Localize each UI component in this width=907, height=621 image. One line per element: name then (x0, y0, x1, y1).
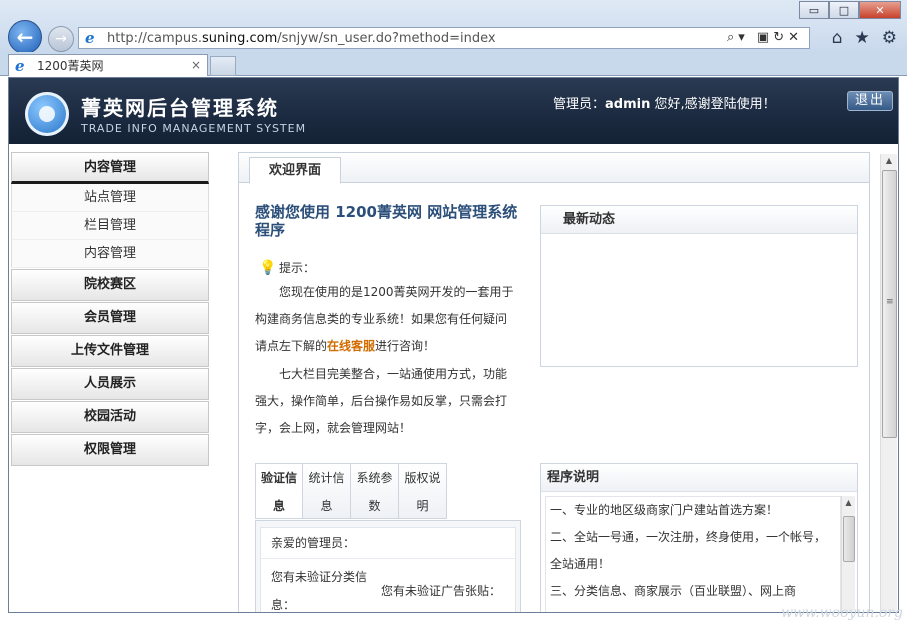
sidebar-item-campus[interactable]: 院校赛区 (11, 269, 209, 301)
sidebar: 内容管理 站点管理 栏目管理 内容管理 院校赛区 会员管理 上传文件管理 人员展… (11, 152, 209, 466)
window-controls: ▭ □ ✕ (799, 1, 901, 19)
tab-title: 1200菁英网 (37, 59, 104, 73)
bulb-icon: 💡 (259, 259, 277, 276)
sidebar-item-activities[interactable]: 校园活动 (11, 401, 209, 433)
gear-icon[interactable]: ⚙ (882, 28, 897, 48)
logo-icon (25, 92, 69, 136)
tab-system-params[interactable]: 系统参数 (351, 463, 399, 519)
sidebar-subitem-content[interactable]: 内容管理 (11, 240, 209, 268)
logout-button[interactable]: 退出 (847, 91, 893, 111)
program-list: 一、专业的地区级商家门户建站首选方案！ 二、全站一号通，一次注册，终身使用，一个… (545, 496, 841, 612)
verify-body: 亲爱的管理员： 您有未验证分类信息： 您有未验证广告张贴： (255, 520, 521, 612)
browser-tabbar: e 1200菁英网 × (0, 52, 907, 76)
browser-toolbar: ⌂ ★ ⚙ (832, 28, 897, 48)
back-button[interactable]: ← (8, 20, 42, 54)
sidebar-item-permissions[interactable]: 权限管理 (11, 434, 209, 466)
sidebar-subitem-site[interactable]: 站点管理 (11, 184, 209, 212)
site-subtitle: TRADE INFO MANAGEMENT SYSTEM (81, 122, 307, 135)
page-scroll-up-icon[interactable]: ▲ (881, 154, 897, 168)
list-item: 三、分类信息、商家展示（百业联盟）、网上商 (550, 584, 797, 598)
tab-copyright[interactable]: 版权说明 (399, 463, 447, 519)
main-tabbar: 欢迎界面 (239, 153, 869, 184)
home-icon[interactable]: ⌂ (832, 28, 843, 48)
sidebar-subitem-column[interactable]: 栏目管理 (11, 212, 209, 240)
unverified-ads: 您有未验证广告张贴： (381, 584, 502, 598)
address-bar[interactable]: e http://campus.suning.com/snjyw/sn_user… (78, 27, 810, 49)
sidebar-item-content[interactable]: 内容管理 (11, 152, 209, 184)
unverified-classified: 您有未验证分类信息： (271, 570, 368, 612)
star-icon[interactable]: ★ (855, 28, 870, 48)
close-window-button[interactable]: ✕ (859, 1, 901, 19)
new-tab-button[interactable] (210, 56, 236, 76)
scroll-up-icon[interactable]: ▲ (842, 496, 855, 510)
watermark: www.wooyun.org (780, 605, 903, 621)
intro-paragraph: 您现在使用的是1200菁英网开发的一套用于构建商务信息类的专业系统！如果您有任何… (255, 285, 514, 353)
sidebar-item-upload[interactable]: 上传文件管理 (11, 335, 209, 367)
page-viewport: 菁英网后台管理系统 TRADE INFO MANAGEMENT SYSTEM 管… (8, 77, 899, 613)
forward-button[interactable]: → (48, 26, 74, 52)
program-scroll-thumb[interactable] (843, 516, 855, 562)
minimize-button[interactable]: ▭ (799, 1, 829, 19)
program-scrollbar[interactable]: ▲ (841, 496, 855, 612)
admin-greeting: 管理员：admin 您好,感谢登陆使用！ (553, 97, 776, 112)
tip-row: 💡 提示： (259, 259, 315, 276)
list-item: 一、专业的地区级商家门户建站首选方案！ (550, 503, 779, 517)
program-box: 程序说明 一、专业的地区级商家门户建站首选方案！ 二、全站一号通，一次注册，终身… (540, 463, 858, 612)
verify-tabs: 验证信息 统计信息 系统参数 版权说明 (255, 463, 523, 519)
address-url[interactable]: http://campus.suning.com/snjyw/sn_user.d… (107, 31, 496, 46)
list-item: 二、全站一号通，一次注册，终身使用，一个帐号，全站通用！ (550, 530, 827, 571)
tip-label: 提示： (279, 261, 316, 275)
main-panel: 欢迎界面 感谢您使用 1200菁英网 网站管理系统程序 💡 提示： 您现在使用的… (238, 152, 870, 612)
maximize-button[interactable]: □ (829, 1, 859, 19)
page-scroll-thumb[interactable]: ≡ (882, 170, 897, 438)
address-tools[interactable]: ⌕▾ ▣↻✕ (727, 30, 803, 45)
tab-close-icon[interactable]: × (191, 58, 201, 72)
site-title: 菁英网后台管理系统 (81, 96, 279, 120)
browser-chrome: ▭ □ ✕ ← → e http://campus.suning.com/snj… (0, 0, 907, 54)
verify-panel: 验证信息 统计信息 系统参数 版权说明 亲爱的管理员： 您有未验证分类信息： 您… (255, 463, 523, 612)
verify-columns: 您有未验证分类信息： 您有未验证广告张贴： (261, 559, 515, 612)
sidebar-item-people[interactable]: 人员展示 (11, 368, 209, 400)
online-service-link[interactable]: 在线客服 (327, 339, 375, 353)
verify-greeting: 亲爱的管理员： (261, 528, 515, 559)
site-header: 菁英网后台管理系统 TRADE INFO MANAGEMENT SYSTEM 管… (9, 78, 898, 144)
tab-verify-info[interactable]: 验证信息 (255, 463, 303, 519)
ie-tab-icon: e (15, 56, 25, 75)
news-box: 最新动态 (540, 205, 858, 367)
tab-stats-info[interactable]: 统计信息 (303, 463, 351, 519)
ie-icon: e (85, 29, 95, 47)
news-title: 最新动态 (541, 206, 857, 234)
browser-tab[interactable]: e 1200菁英网 × (8, 54, 208, 76)
features-paragraph: 七大栏目完美整合，一站通使用方式，功能强大，操作简单，后台操作易如反掌，只需会打… (255, 367, 508, 435)
sidebar-item-members[interactable]: 会员管理 (11, 302, 209, 334)
program-title: 程序说明 (541, 464, 857, 492)
welcome-title: 感谢您使用 1200菁英网 网站管理系统程序 (255, 203, 518, 239)
tab-welcome[interactable]: 欢迎界面 (249, 157, 341, 184)
page-scrollbar[interactable]: ▲ ≡ (880, 154, 897, 612)
